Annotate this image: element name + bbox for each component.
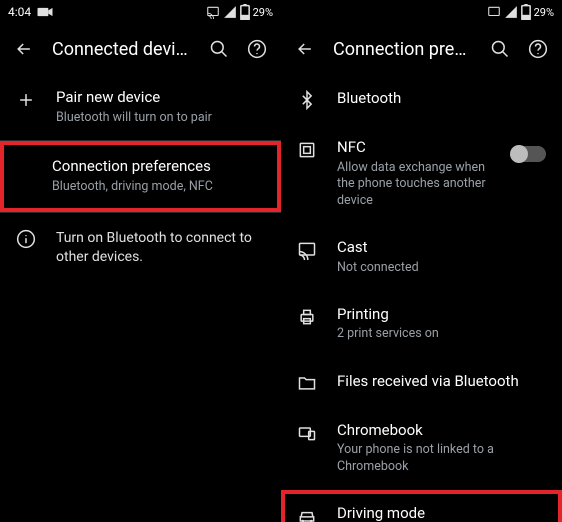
info-text: Turn on Bluetooth to connect to other de… [56,229,265,267]
cast-sub: Not connected [337,260,546,277]
cast-title: Cast [337,238,546,258]
bluetooth-row[interactable]: Bluetooth [281,74,562,124]
files-row[interactable]: Files received via Bluetooth [281,357,562,407]
pref-title: Connection preferences [52,157,265,177]
status-battery-pct: 29% [534,6,554,19]
printing-row[interactable]: Printing 2 print services on [281,291,562,357]
connection-preferences-row[interactable]: Connection preferences Bluetooth, drivin… [0,141,281,211]
car-icon [297,506,317,522]
pref-sub: Bluetooth, driving mode, NFC [52,179,265,196]
nfc-toggle[interactable] [512,146,546,162]
cast-icon [297,240,317,260]
battery-icon [521,5,531,19]
files-title: Files received via Bluetooth [337,372,546,392]
status-battery-pct: 29% [253,6,273,19]
status-bar: 4:04 29% [0,0,281,24]
status-bar: 29% [281,0,562,24]
print-title: Printing [337,305,546,325]
cast-row[interactable]: Cast Not connected [281,224,562,290]
screen-connected-devices: 4:04 29% Connected devices Pair new devi… [0,0,281,522]
status-time: 4:04 [8,5,31,19]
cb-sub: Your phone is not linked to a Chromebook [337,442,546,476]
cast-status-icon [206,5,220,19]
signal-icon [504,5,518,19]
search-icon[interactable] [209,39,229,59]
page-title: Connection preferen... [333,39,472,60]
battery-icon [240,5,250,19]
info-icon [16,229,36,249]
app-bar: Connected devices [0,24,281,74]
back-icon[interactable] [295,39,315,59]
bluetooth-icon [297,90,317,110]
page-title: Connected devices [52,39,191,60]
pair-new-device-row[interactable]: Pair new device Bluetooth will turn on t… [0,74,281,140]
printer-icon [297,307,317,327]
bluetooth-info-row: Turn on Bluetooth to connect to other de… [0,213,281,281]
bt-title: Bluetooth [337,89,546,109]
nfc-row[interactable]: NFC Allow data exchange when the phone t… [281,124,562,224]
screen-connection-preferences: 29% Connection preferen... Bluetooth NFC… [281,0,562,522]
nfc-sub: Allow data exchange when the phone touch… [337,160,492,211]
print-sub: 2 print services on [337,326,546,343]
app-bar: Connection preferen... [281,24,562,74]
help-icon[interactable] [247,39,267,59]
nfc-icon [297,140,317,160]
chromebook-row[interactable]: Chromebook Your phone is not linked to a… [281,407,562,490]
devices-icon [297,423,317,443]
dm-title: Driving mode [337,504,546,522]
back-icon[interactable] [14,39,34,59]
signal-icon [223,5,237,19]
pair-title: Pair new device [56,88,265,108]
cb-title: Chromebook [337,421,546,441]
driving-mode-row[interactable]: Driving mode Off [281,490,562,522]
plus-icon [16,90,36,110]
folder-icon [297,373,317,393]
help-icon[interactable] [528,39,548,59]
search-icon[interactable] [490,39,510,59]
camera-icon [35,2,55,22]
nfc-title: NFC [337,138,492,158]
cast-status-icon [487,5,501,19]
pair-sub: Bluetooth will turn on to pair [56,110,265,127]
